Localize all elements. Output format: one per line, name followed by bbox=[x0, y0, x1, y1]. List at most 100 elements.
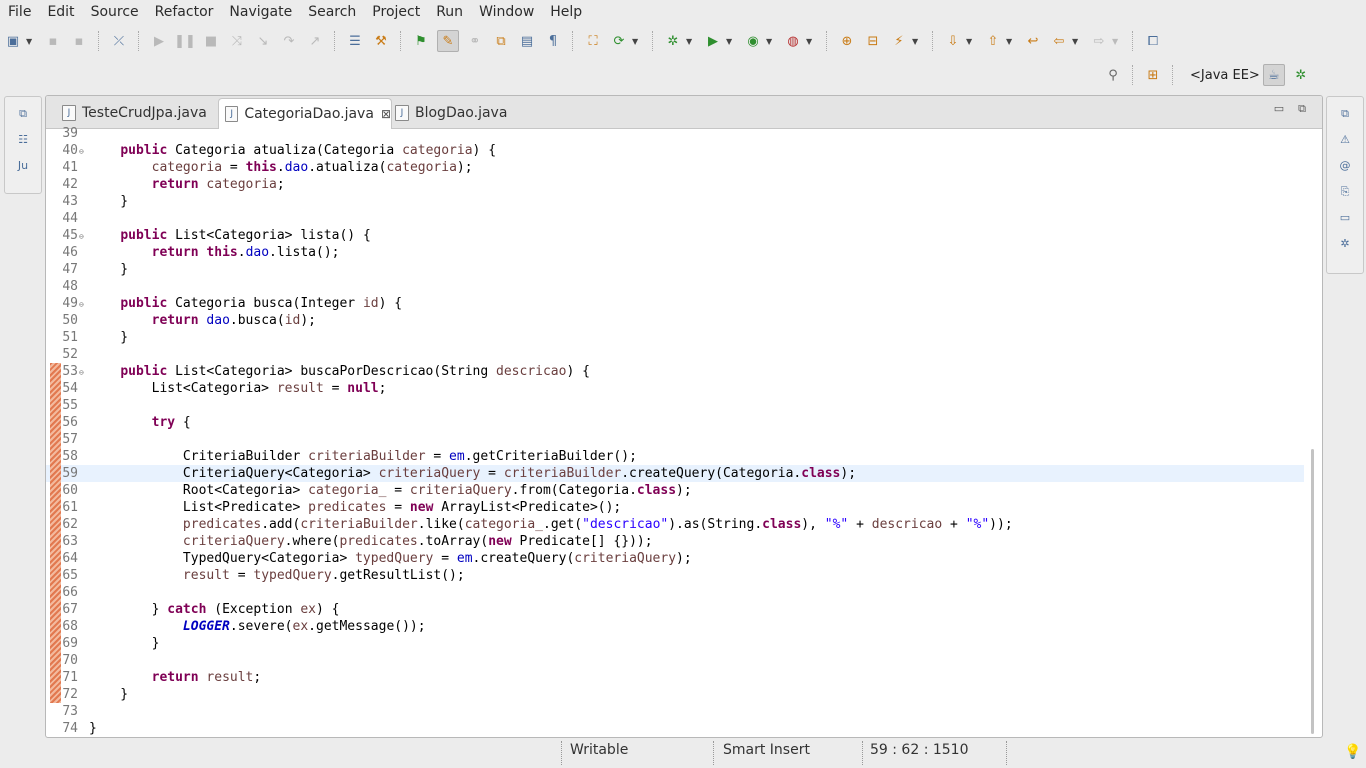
java-perspective-icon[interactable]: ☕ bbox=[1262, 64, 1285, 86]
step-return-icon[interactable]: ↗ bbox=[305, 31, 325, 51]
restore-icon[interactable]: ⧉ bbox=[1337, 107, 1353, 123]
search-tool-dropdown-icon[interactable]: ▼ bbox=[912, 37, 922, 46]
problems-icon[interactable]: ⚠ bbox=[1337, 133, 1353, 149]
refresh-dropdown-icon[interactable]: ▼ bbox=[632, 37, 642, 46]
tab-testecrudjpa[interactable]: J TesteCrudJpa.java bbox=[54, 98, 222, 128]
code-line[interactable]: 47 } bbox=[46, 261, 1304, 278]
forward-icon[interactable]: ⇨ bbox=[1089, 31, 1109, 51]
code-line[interactable]: 55 bbox=[46, 397, 1304, 414]
code-line[interactable]: 60 Root<Categoria> categoria_ = criteria… bbox=[46, 482, 1304, 499]
menu-project[interactable]: Project bbox=[364, 0, 428, 24]
close-icon[interactable]: ⊠ bbox=[381, 107, 391, 121]
step-over-icon[interactable]: ↷ bbox=[279, 31, 299, 51]
debug-dropdown-icon[interactable]: ▼ bbox=[686, 37, 696, 46]
code-line[interactable]: 71 return result; bbox=[46, 669, 1304, 686]
coverage-dropdown-icon[interactable]: ▼ bbox=[766, 37, 776, 46]
external-tools-icon[interactable]: ◍ bbox=[783, 31, 803, 51]
skip-breakpoints-icon[interactable]: ⤫ bbox=[109, 31, 129, 51]
terminate-icon[interactable]: ■ bbox=[201, 31, 221, 51]
code-area[interactable]: 39 40 ⊖ public Categoria atualiza(Categori… bbox=[46, 126, 1322, 737]
previous-annotation-dropdown-icon[interactable]: ▼ bbox=[1006, 37, 1016, 46]
code-line[interactable]: 51 } bbox=[46, 329, 1304, 346]
save-all-icon[interactable]: ▪ bbox=[69, 31, 89, 51]
build-icon[interactable]: ⚒ bbox=[371, 31, 391, 51]
code-line[interactable]: 42 return categoria; bbox=[46, 176, 1304, 193]
run-icon[interactable]: ▶ bbox=[703, 31, 723, 51]
code-line[interactable]: 54 List<Categoria> result = null; bbox=[46, 380, 1304, 397]
suspend-icon[interactable]: ❚❚ bbox=[174, 31, 196, 51]
previous-annotation-icon[interactable]: ⇧ bbox=[983, 31, 1003, 51]
code-line[interactable]: 50 return dao.busca(id); bbox=[46, 312, 1304, 329]
lightbulb-icon[interactable]: 💡 bbox=[1344, 744, 1361, 760]
code-line[interactable]: 58 CriteriaBuilder criteriaBuilder = em.… bbox=[46, 448, 1304, 465]
vertical-scrollbar[interactable] bbox=[1311, 449, 1314, 734]
open-folder-icon[interactable]: ⊟ bbox=[863, 31, 883, 51]
menu-help[interactable]: Help bbox=[542, 0, 590, 24]
refresh-icon[interactable]: ⟳ bbox=[609, 31, 629, 51]
disconnect-icon[interactable]: ⤨ bbox=[227, 31, 247, 51]
step-into-icon[interactable]: ↘ bbox=[253, 31, 273, 51]
back-icon[interactable]: ⇦ bbox=[1049, 31, 1069, 51]
status-insert-mode[interactable]: Smart Insert bbox=[723, 742, 810, 758]
code-line[interactable]: 70 bbox=[46, 652, 1304, 669]
code-line[interactable]: 59 CriteriaQuery<Categoria> criteriaQuer… bbox=[46, 465, 1304, 482]
debug-icon[interactable]: ✲ bbox=[663, 31, 683, 51]
menu-edit[interactable]: Edit bbox=[39, 0, 82, 24]
mark-occurrences-icon[interactable]: ✎ bbox=[437, 30, 459, 52]
search-tool-icon[interactable]: ⚡ bbox=[889, 31, 909, 51]
code-line[interactable]: 66 bbox=[46, 584, 1304, 601]
debug-view-icon[interactable]: ✲ bbox=[1337, 237, 1353, 253]
menu-window[interactable]: Window bbox=[471, 0, 542, 24]
declaration-icon[interactable]: ⎘ bbox=[1337, 185, 1353, 201]
fold-toggle-icon[interactable]: ⊖ bbox=[79, 143, 84, 160]
code-line[interactable]: 40 ⊖ public Categoria atualiza(Categoria … bbox=[46, 142, 1304, 159]
menu-navigate[interactable]: Navigate bbox=[221, 0, 300, 24]
restore-icon[interactable]: ⧉ bbox=[15, 107, 31, 123]
code-line[interactable]: 44 bbox=[46, 210, 1304, 227]
code-line[interactable]: 68 LOGGER.severe(ex.getMessage()); bbox=[46, 618, 1304, 635]
code-line[interactable]: 45 ⊖ public List<Categoria> lista() { bbox=[46, 227, 1304, 244]
menu-run[interactable]: Run bbox=[428, 0, 471, 24]
back-dropdown-icon[interactable]: ▼ bbox=[1072, 37, 1082, 46]
code-line[interactable]: 43 } bbox=[46, 193, 1304, 210]
package-explorer-icon[interactable]: ☷ bbox=[15, 133, 31, 149]
code-line[interactable]: 72 } bbox=[46, 686, 1304, 703]
breadcrumb-icon[interactable]: ⚭ bbox=[465, 31, 485, 51]
search-icon[interactable]: ⚲ bbox=[1103, 65, 1123, 85]
server-icon[interactable]: ⛶ bbox=[583, 31, 603, 51]
fold-toggle-icon[interactable]: ⊖ bbox=[79, 364, 84, 381]
show-whitespace-icon[interactable]: ¶ bbox=[543, 31, 563, 51]
junit-icon[interactable]: Ju bbox=[15, 159, 31, 175]
code-line[interactable]: 39 bbox=[46, 125, 1304, 142]
open-type-icon[interactable]: ⚑ bbox=[411, 31, 431, 51]
menu-refactor[interactable]: Refactor bbox=[147, 0, 222, 24]
code-line[interactable]: 52 bbox=[46, 346, 1304, 363]
next-annotation-icon[interactable]: ⇩ bbox=[943, 31, 963, 51]
code-line[interactable]: 74} bbox=[46, 720, 1304, 737]
open-perspective-icon[interactable]: ⊞ bbox=[1143, 65, 1163, 85]
console-icon[interactable]: ▭ bbox=[1337, 211, 1353, 227]
open-task-icon[interactable]: ⧉ bbox=[491, 31, 511, 51]
perspective-java-ee[interactable]: <Java EE> bbox=[1190, 68, 1260, 83]
code-line[interactable]: 48 bbox=[46, 278, 1304, 295]
new-dropdown-icon[interactable]: ▼ bbox=[26, 37, 36, 46]
external-tools-dropdown-icon[interactable]: ▼ bbox=[806, 37, 816, 46]
save-icon[interactable]: ▪ bbox=[43, 31, 63, 51]
last-edit-location-icon[interactable]: ↩ bbox=[1023, 31, 1043, 51]
code-line[interactable]: 67 } catch (Exception ex) { bbox=[46, 601, 1304, 618]
code-line[interactable]: 49 ⊖ public Categoria busca(Integer id) { bbox=[46, 295, 1304, 312]
code-line[interactable]: 41 categoria = this.dao.atualiza(categor… bbox=[46, 159, 1304, 176]
code-line[interactable]: 56 try { bbox=[46, 414, 1304, 431]
code-line[interactable]: 73 bbox=[46, 703, 1304, 720]
new-icon[interactable]: ▣ bbox=[3, 31, 23, 51]
code-line[interactable]: 57 bbox=[46, 431, 1304, 448]
run-dropdown-icon[interactable]: ▼ bbox=[726, 37, 736, 46]
maximize-icon[interactable]: ⧉ bbox=[1298, 102, 1306, 116]
open-console-icon[interactable]: ⧠ bbox=[1143, 31, 1163, 51]
fold-toggle-icon[interactable]: ⊖ bbox=[79, 296, 84, 313]
code-line[interactable]: 53 ⊖ public List<Categoria> buscaPorDescr… bbox=[46, 363, 1304, 380]
next-annotation-dropdown-icon[interactable]: ▼ bbox=[966, 37, 976, 46]
menu-file[interactable]: File bbox=[0, 0, 39, 24]
code-line[interactable]: 69 } bbox=[46, 635, 1304, 652]
debug-perspective-icon[interactable]: ✲ bbox=[1291, 65, 1311, 85]
